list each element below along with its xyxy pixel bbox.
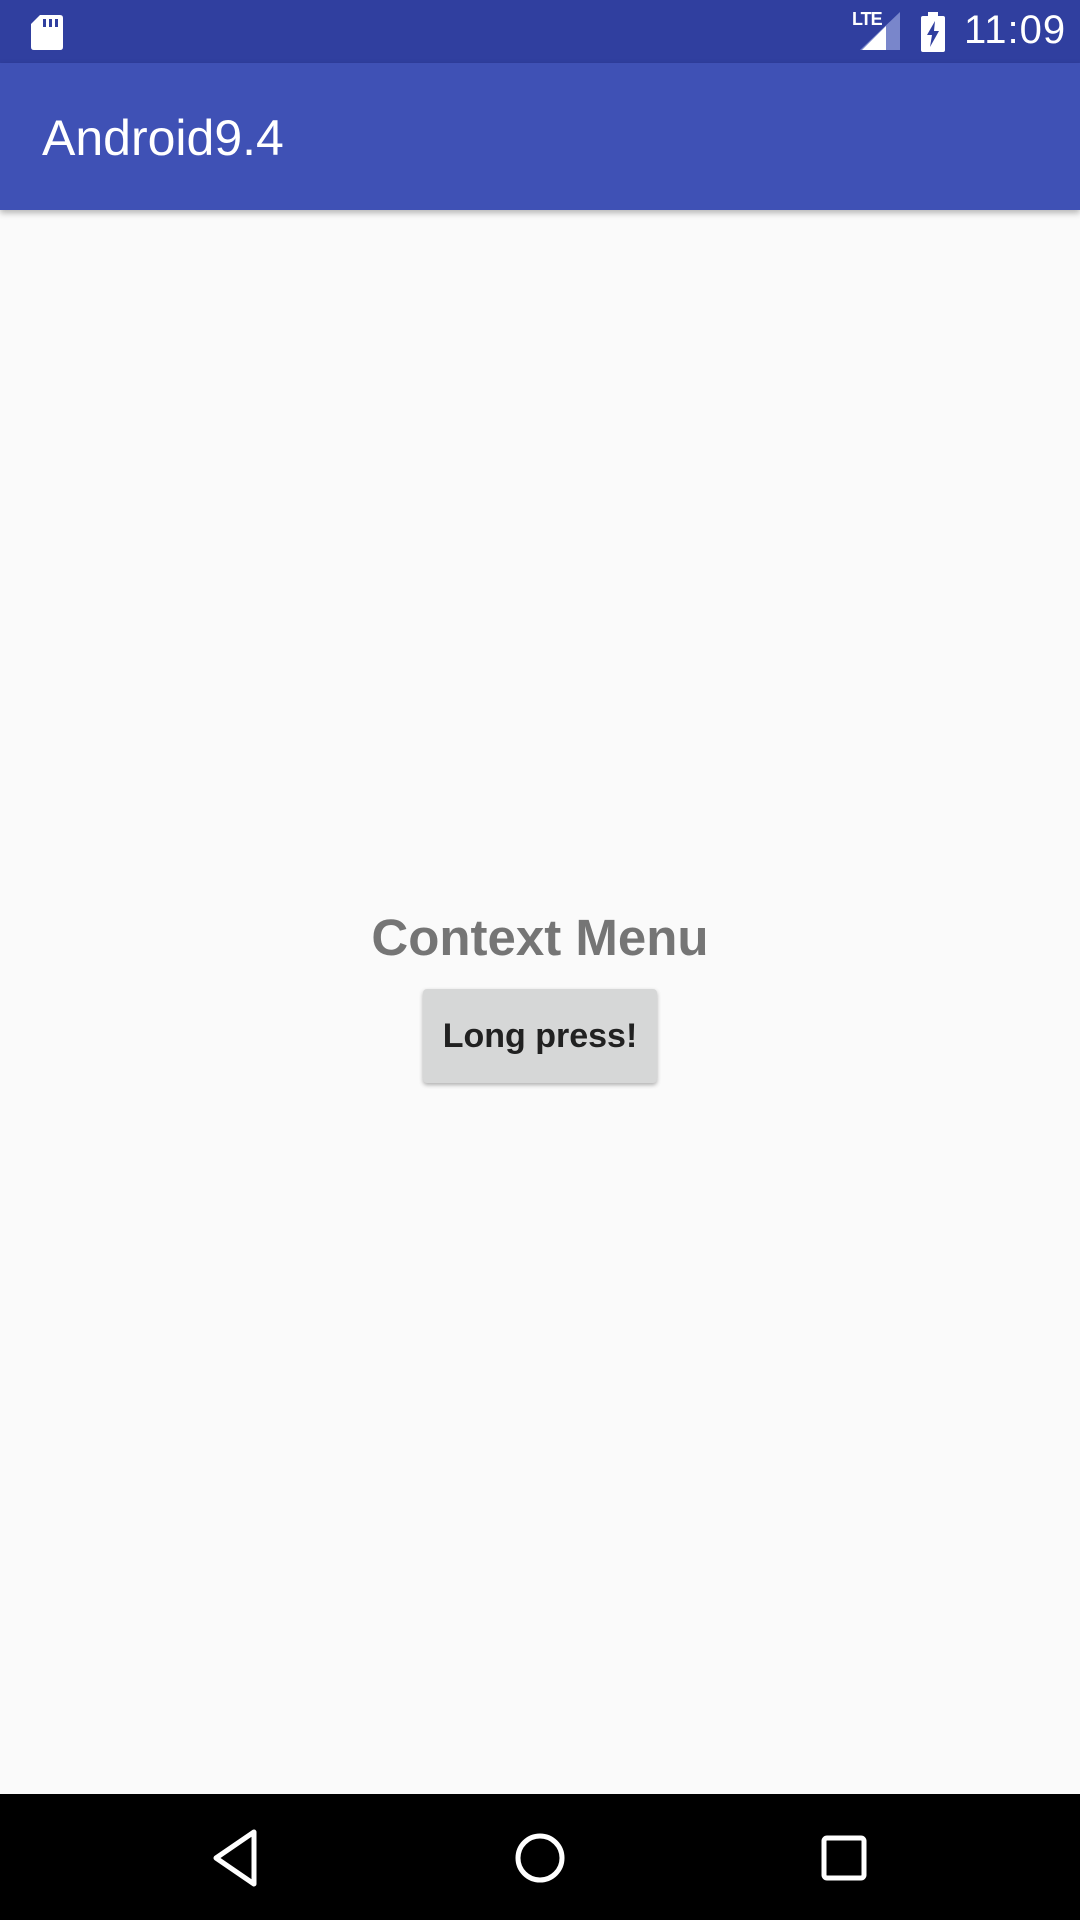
status-bar: LTE 11:09 [0, 0, 1080, 63]
screen: LTE 11:09 Android9.4 Context Menu Long p… [0, 0, 1080, 1920]
context-menu-heading: Context Menu [371, 909, 709, 966]
back-icon[interactable] [200, 1822, 272, 1894]
navigation-bar [0, 1794, 1080, 1920]
sd-card-icon [31, 15, 63, 50]
main-content: Context Menu Long press! [0, 210, 1080, 1794]
app-bar: Android9.4 [0, 63, 1080, 210]
signal-icon [860, 12, 900, 50]
home-icon[interactable] [504, 1822, 576, 1894]
app-title: Android9.4 [42, 110, 284, 166]
status-clock: 11:09 [964, 8, 1067, 52]
long-press-button[interactable]: Long press! [423, 989, 657, 1083]
battery-charging-icon [921, 12, 945, 52]
recents-icon[interactable] [808, 1822, 880, 1894]
